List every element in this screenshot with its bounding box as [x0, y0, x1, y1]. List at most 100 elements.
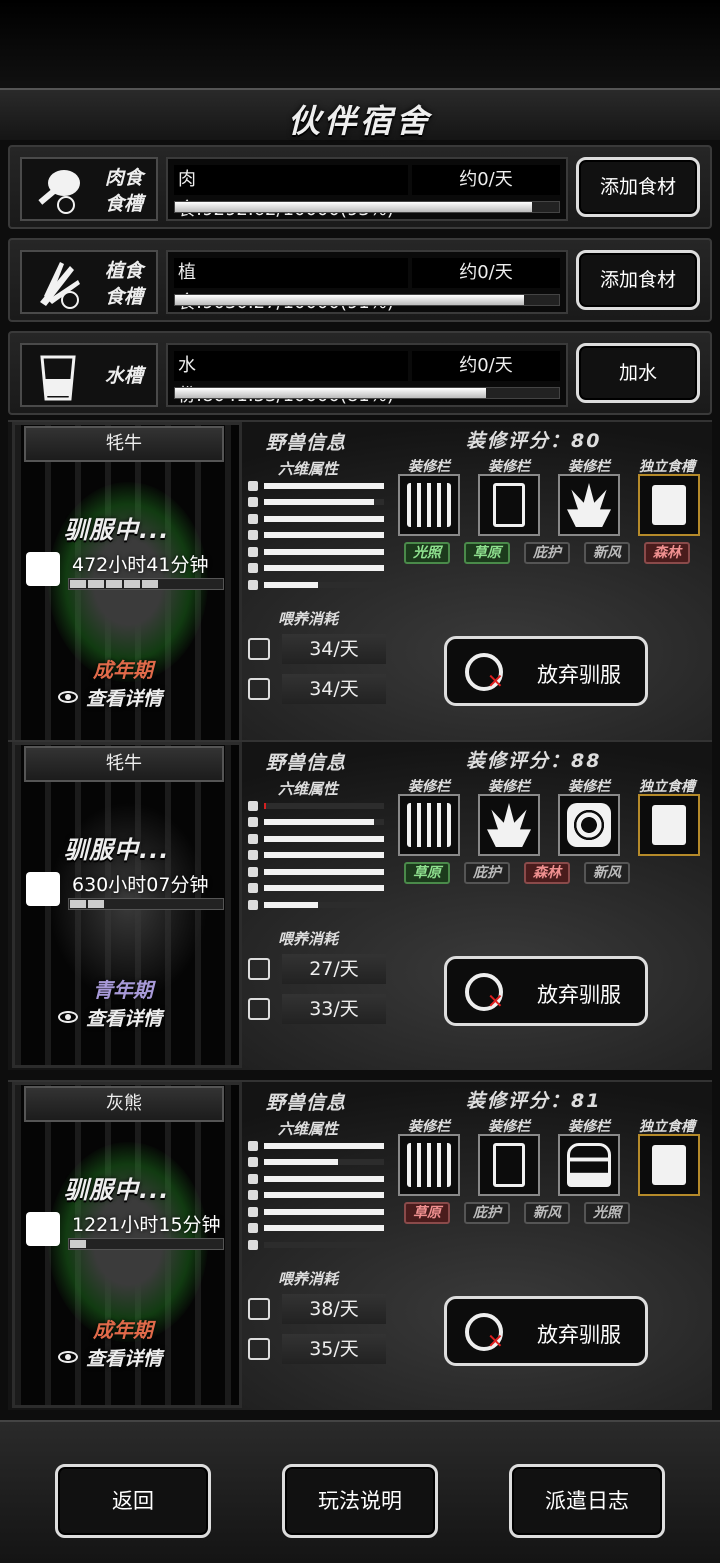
taming-progress [68, 578, 224, 590]
abandon-icon [465, 973, 504, 1013]
decoration-slot-1[interactable] [398, 1134, 460, 1196]
trough-progress-bar [174, 201, 560, 213]
feed-water-row: 35/天 [248, 1334, 388, 1364]
stat-fill [264, 1175, 384, 1182]
taming-progress-segment [124, 580, 140, 588]
stat-bar-7 [248, 1239, 384, 1250]
decoration-slot-1[interactable] [398, 474, 460, 536]
taming-timer: 1221小时15分钟 [72, 1214, 221, 1236]
stat-bar-3 [248, 1173, 384, 1184]
abandon-taming-button[interactable]: 放弃驯服 [444, 636, 648, 706]
taming-timer: 630小时07分钟 [72, 874, 209, 896]
environment-tag: 新风 [524, 1202, 570, 1224]
stat-bar-6 [248, 563, 384, 574]
abandon-label: 放弃驯服 [537, 983, 621, 1007]
beast-card: 灰熊 驯服中... 1221小时15分钟 成年期 查看详情 野兽信息 装修评分：… [8, 1080, 712, 1410]
slot-label: 装修栏 [568, 459, 610, 475]
abandon-icon [465, 653, 504, 693]
stat-track [264, 565, 384, 571]
decoration-slot-2[interactable] [478, 1134, 540, 1196]
trough-label-line2: 食槽 [104, 193, 143, 215]
stat-fill [264, 1192, 384, 1198]
help-button[interactable]: 玩法说明 [282, 1464, 438, 1538]
stat-bar-2 [248, 1157, 384, 1168]
stat-fill [264, 1142, 384, 1149]
plant-bundle-icon [40, 262, 80, 309]
view-details-link[interactable]: 查看详情 [58, 1004, 162, 1031]
feed-water-row: 34/天 [248, 674, 388, 704]
stat-fill [264, 1208, 384, 1215]
stat-bar-5 [248, 866, 384, 877]
decoration-slot-1[interactable] [398, 794, 460, 856]
add-meat-button[interactable]: 添加食材 [576, 157, 700, 217]
meat-trough-label-box: 肉食 食槽 [20, 157, 158, 221]
taming-progress [68, 1238, 224, 1250]
water-cup-icon [40, 355, 76, 401]
environment-tag: 草原 [404, 862, 450, 884]
six-stats-bars [248, 480, 384, 596]
stat-track [264, 515, 384, 522]
dispatch-log-button[interactable]: 派遣日志 [509, 1464, 665, 1538]
abandon-label: 放弃驯服 [537, 663, 621, 687]
trough-progress-fill [175, 202, 533, 212]
stat-track [264, 1142, 384, 1149]
feeding-title: 喂养消耗 [278, 930, 339, 948]
slot-label: 装修栏 [568, 1119, 610, 1135]
view-details-label: 查看详情 [86, 688, 163, 710]
feed-bag-icon [652, 1145, 686, 1185]
stat-bar-7 [248, 899, 384, 910]
stat-icon [248, 800, 258, 811]
stat-track [264, 1241, 384, 1248]
stat-icon [248, 1173, 258, 1184]
view-details-link[interactable]: 查看详情 [58, 1344, 162, 1371]
add-water-button[interactable]: 加水 [576, 343, 700, 403]
beast-card: 牦牛 驯服中... 472小时41分钟 成年期 查看详情 野兽信息 装修评分：8… [8, 420, 712, 750]
stat-bar-3 [248, 513, 384, 524]
stat-icon [248, 850, 258, 860]
stat-icon [248, 546, 258, 557]
stat-fill [264, 901, 318, 908]
stat-track [264, 548, 384, 555]
growth-stage: 成年期 [93, 658, 153, 682]
gate-icon [407, 483, 451, 527]
decoration-slot-2[interactable] [478, 794, 540, 856]
stat-icon [248, 817, 258, 827]
abandon-taming-button[interactable]: 放弃驯服 [444, 956, 648, 1026]
stat-fill [264, 1225, 384, 1231]
stat-fill [264, 581, 318, 588]
abandon-label: 放弃驯服 [537, 1323, 621, 1347]
gate-icon [407, 803, 451, 847]
decoration-score: 装修评分：81 [466, 1090, 602, 1112]
stat-track [264, 532, 384, 538]
independent-feeder-slot[interactable] [638, 794, 700, 856]
feed-bag-icon [652, 485, 686, 525]
taming-progress-segment [88, 580, 104, 588]
decoration-slot-3[interactable] [558, 794, 620, 856]
stat-track [264, 482, 384, 489]
eye-icon [58, 1351, 78, 1363]
feed-plant-row: 38/天 [248, 1294, 388, 1324]
feed-plant-row: 34/天 [248, 634, 388, 664]
stat-fill [264, 515, 384, 522]
stat-icon [248, 497, 258, 507]
top-bar [0, 0, 720, 90]
back-button[interactable]: 返回 [55, 1464, 211, 1538]
stat-icon [248, 833, 258, 844]
add-plant-button[interactable]: 添加食材 [576, 250, 700, 310]
feed-water-value: 35/天 [282, 1334, 386, 1364]
independent-feeder-slot[interactable] [638, 474, 700, 536]
stat-icon [248, 480, 258, 491]
decoration-slot-3[interactable] [558, 474, 620, 536]
growth-stage: 青年期 [93, 978, 153, 1002]
trough-amount: 水份:8041.53/10000(81%) [174, 351, 408, 406]
view-details-link[interactable]: 查看详情 [58, 684, 162, 711]
independent-feeder-slot[interactable] [638, 1134, 700, 1196]
environment-tag: 庇护 [464, 862, 510, 884]
fan-icon [567, 803, 611, 847]
stat-track [264, 819, 384, 825]
decoration-slot-3[interactable] [558, 1134, 620, 1196]
slot-label: 装修栏 [408, 779, 450, 795]
decoration-slot-2[interactable] [478, 474, 540, 536]
abandon-taming-button[interactable]: 放弃驯服 [444, 1296, 648, 1366]
footer-bar: 返回 玩法说明 派遣日志 [0, 1420, 720, 1563]
